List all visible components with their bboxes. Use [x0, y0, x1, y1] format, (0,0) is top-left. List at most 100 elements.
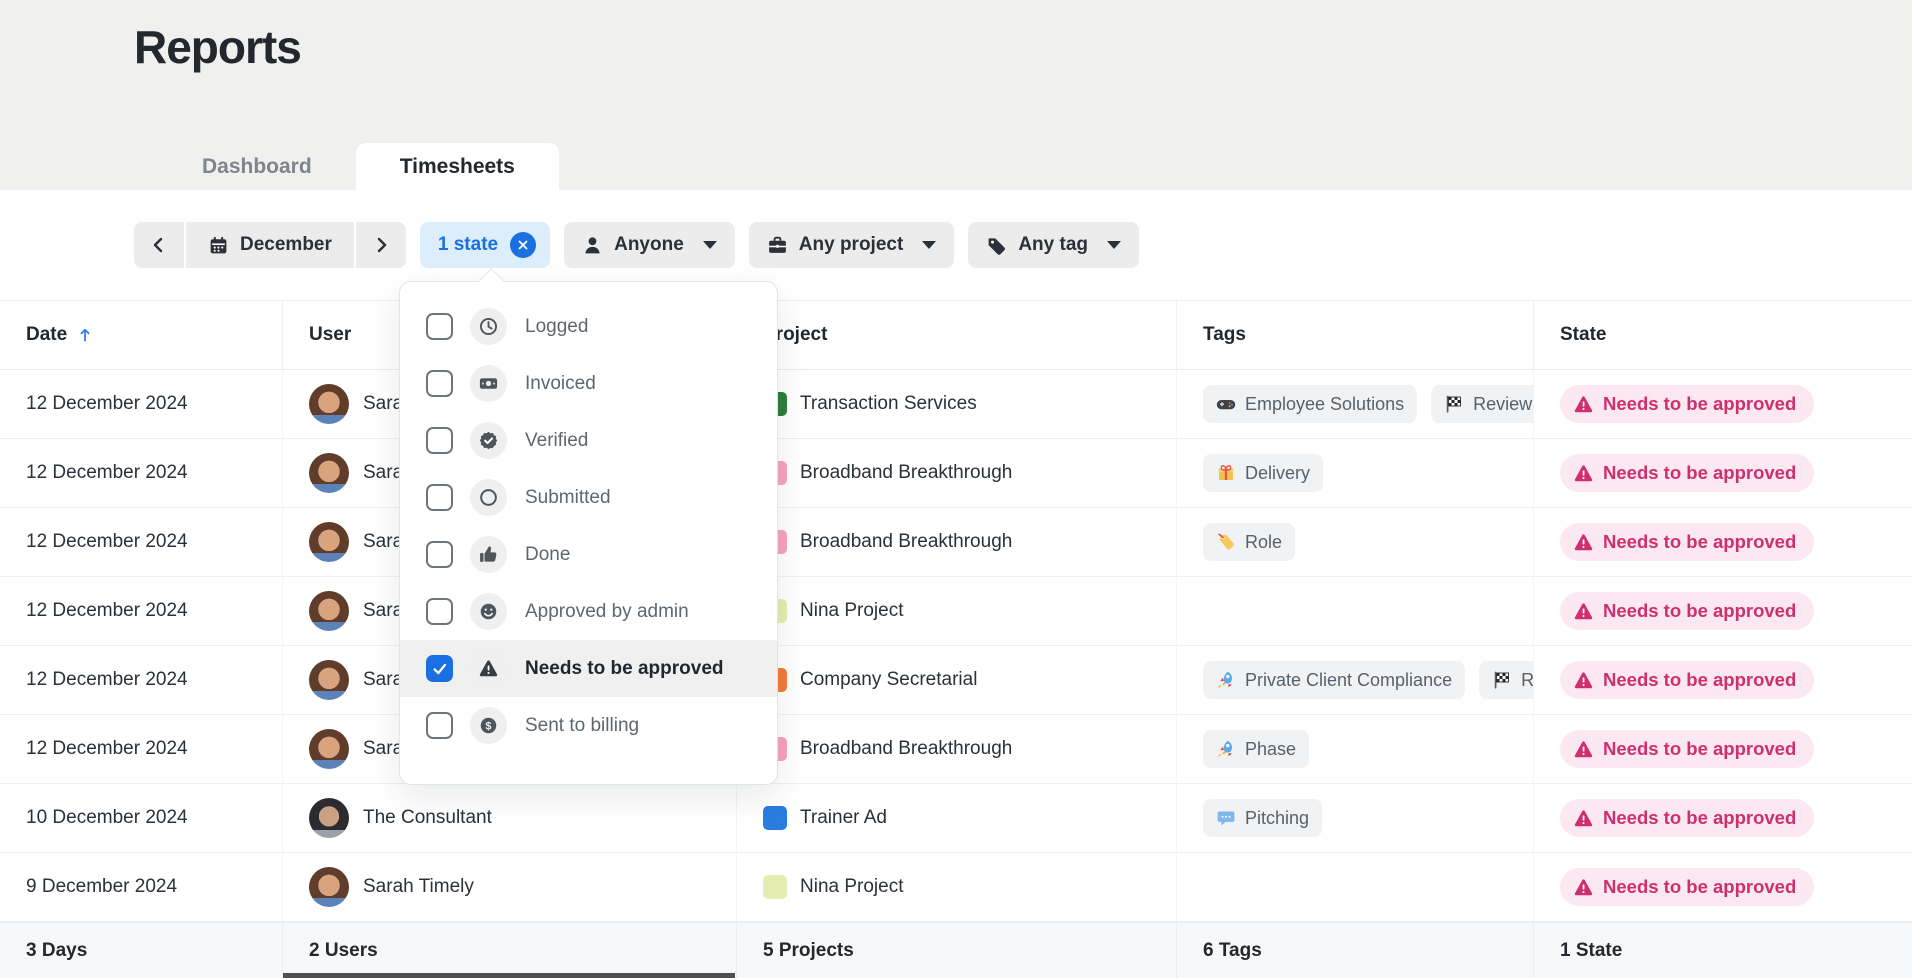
- footer-summary-cell: 3 Days: [0, 923, 283, 978]
- tags-cell: Pitching: [1177, 784, 1534, 852]
- tab-dashboard-label: Dashboard: [202, 155, 312, 179]
- state-filter-option[interactable]: Approved by admin: [400, 583, 777, 640]
- gift-icon: [1216, 463, 1236, 483]
- tag-filter-button[interactable]: Any tag: [968, 222, 1139, 268]
- state-filter-option[interactable]: Done: [400, 526, 777, 583]
- state-option-label: Approved by admin: [525, 601, 689, 623]
- table-row[interactable]: 9 December 2024 Sarah Timely Nina Projec…: [0, 853, 1912, 922]
- column-header-state[interactable]: State: [1534, 301, 1912, 369]
- next-month-button[interactable]: [356, 222, 406, 268]
- briefcase-icon: [767, 235, 788, 256]
- table-row[interactable]: 12 December 2024 Sarah Timely Company Se…: [0, 646, 1912, 715]
- table-row[interactable]: 12 December 2024 Sarah Timely Transactio…: [0, 370, 1912, 439]
- state-filter-option[interactable]: Logged: [400, 298, 777, 355]
- project-name: Broadband Breakthrough: [800, 462, 1012, 484]
- tag-chip: Role: [1203, 523, 1295, 561]
- footer-summary-cell: 1 State: [1534, 923, 1912, 978]
- tag-chip: Employee Solutions: [1203, 385, 1417, 423]
- tab-timesheets[interactable]: Timesheets: [356, 143, 559, 190]
- checkbox[interactable]: [426, 655, 453, 682]
- clock-icon: [478, 316, 499, 337]
- warning-icon: [1573, 601, 1594, 622]
- warning-icon: [1573, 670, 1594, 691]
- tag-label: Private Client Compliance: [1245, 670, 1452, 691]
- column-header-project[interactable]: Project: [737, 301, 1177, 369]
- checkbox[interactable]: [426, 541, 453, 568]
- state-filter-option[interactable]: Needs to be approved: [400, 640, 777, 697]
- row-date: 12 December 2024: [26, 669, 188, 691]
- state-filter-dropdown: Logged Invoiced Verified Submitted Done …: [399, 281, 778, 785]
- column-header-tags[interactable]: Tags: [1177, 301, 1534, 369]
- tag-label: Pitching: [1245, 808, 1309, 829]
- table-body: 12 December 2024 Sarah Timely Transactio…: [0, 370, 1912, 922]
- month-label: December: [240, 234, 332, 256]
- tag-label: Role: [1245, 532, 1282, 553]
- checkbox[interactable]: [426, 370, 453, 397]
- user-avatar: [309, 591, 349, 631]
- rocket-icon: [1216, 670, 1236, 690]
- state-option-label: Needs to be approved: [525, 658, 724, 680]
- state-badge: Needs to be approved: [1560, 592, 1814, 630]
- chevron-right-icon: [371, 235, 391, 255]
- user-avatar: [309, 522, 349, 562]
- state-filter-option[interactable]: Verified: [400, 412, 777, 469]
- checkbox[interactable]: [426, 484, 453, 511]
- user-filter-button[interactable]: Anyone: [564, 222, 735, 268]
- tag-label: Review: [1521, 670, 1534, 691]
- table-footer-row: 3 Days2 Users5 Projects6 Tags1 State: [0, 922, 1912, 978]
- row-date: 12 December 2024: [26, 462, 188, 484]
- table-row[interactable]: 12 December 2024 Sarah Timely Broadband …: [0, 715, 1912, 784]
- tab-bar: Dashboard Timesheets: [158, 143, 559, 190]
- state-option-label: Sent to billing: [525, 715, 639, 737]
- state-option-label: Invoiced: [525, 373, 596, 395]
- month-picker-button[interactable]: December: [186, 222, 354, 268]
- state-filter-option[interactable]: Submitted: [400, 469, 777, 526]
- warning-icon: [1573, 877, 1594, 898]
- checkbox[interactable]: [426, 712, 453, 739]
- state-filter-option[interactable]: $ Sent to billing: [400, 697, 777, 754]
- clear-state-filter-button[interactable]: [510, 232, 536, 258]
- sort-up-icon: [77, 326, 93, 344]
- state-option-label: Submitted: [525, 487, 611, 509]
- tag-chip: Private Client Compliance: [1203, 661, 1465, 699]
- state-badge-label: Needs to be approved: [1603, 876, 1796, 898]
- close-icon: [516, 238, 530, 252]
- table-row[interactable]: 12 December 2024 Sarah Timely Broadband …: [0, 439, 1912, 508]
- project-name: Broadband Breakthrough: [800, 531, 1012, 553]
- table-row[interactable]: 10 December 2024 The Consultant Trainer …: [0, 784, 1912, 853]
- project-color-swatch: [763, 875, 787, 899]
- column-header-tags-label: Tags: [1203, 324, 1246, 346]
- user-filter-label: Anyone: [614, 234, 684, 256]
- warning-icon: [1573, 532, 1594, 553]
- column-header-date[interactable]: Date: [0, 301, 283, 369]
- table-row[interactable]: 12 December 2024 Sarah Timely Broadband …: [0, 508, 1912, 577]
- checkbox[interactable]: [426, 598, 453, 625]
- chevron-down-icon: [922, 241, 936, 249]
- dollar-icon: $: [478, 715, 499, 736]
- prev-month-button[interactable]: [134, 222, 184, 268]
- checkbox[interactable]: [426, 313, 453, 340]
- row-date: 12 December 2024: [26, 393, 188, 415]
- state-filter-option[interactable]: Invoiced: [400, 355, 777, 412]
- state-filter-label: 1 state: [438, 234, 498, 256]
- user-avatar: [309, 867, 349, 907]
- user-name: The Consultant: [363, 807, 492, 829]
- state-badge: Needs to be approved: [1560, 799, 1814, 837]
- table-row[interactable]: 12 December 2024 Sarah Timely Nina Proje…: [0, 577, 1912, 646]
- project-filter-button[interactable]: Any project: [749, 222, 955, 268]
- warning-icon: [1573, 808, 1594, 829]
- state-badge-label: Needs to be approved: [1603, 807, 1796, 829]
- tab-dashboard[interactable]: Dashboard: [158, 143, 356, 190]
- user-avatar: [309, 798, 349, 838]
- state-filter-chip[interactable]: 1 state: [420, 222, 550, 268]
- timesheets-table: Date User Project Tags State 12 December…: [0, 300, 1912, 978]
- warning-icon: [1573, 394, 1594, 415]
- horizontal-scrollbar[interactable]: [283, 973, 735, 978]
- tags-cell: Employee SolutionsReview: [1177, 370, 1534, 438]
- speech-icon: [1216, 808, 1236, 828]
- state-badge: Needs to be approved: [1560, 730, 1814, 768]
- project-filter-label: Any project: [799, 234, 904, 256]
- controller-icon: [1216, 394, 1236, 414]
- checkbox[interactable]: [426, 427, 453, 454]
- user-avatar: [309, 729, 349, 769]
